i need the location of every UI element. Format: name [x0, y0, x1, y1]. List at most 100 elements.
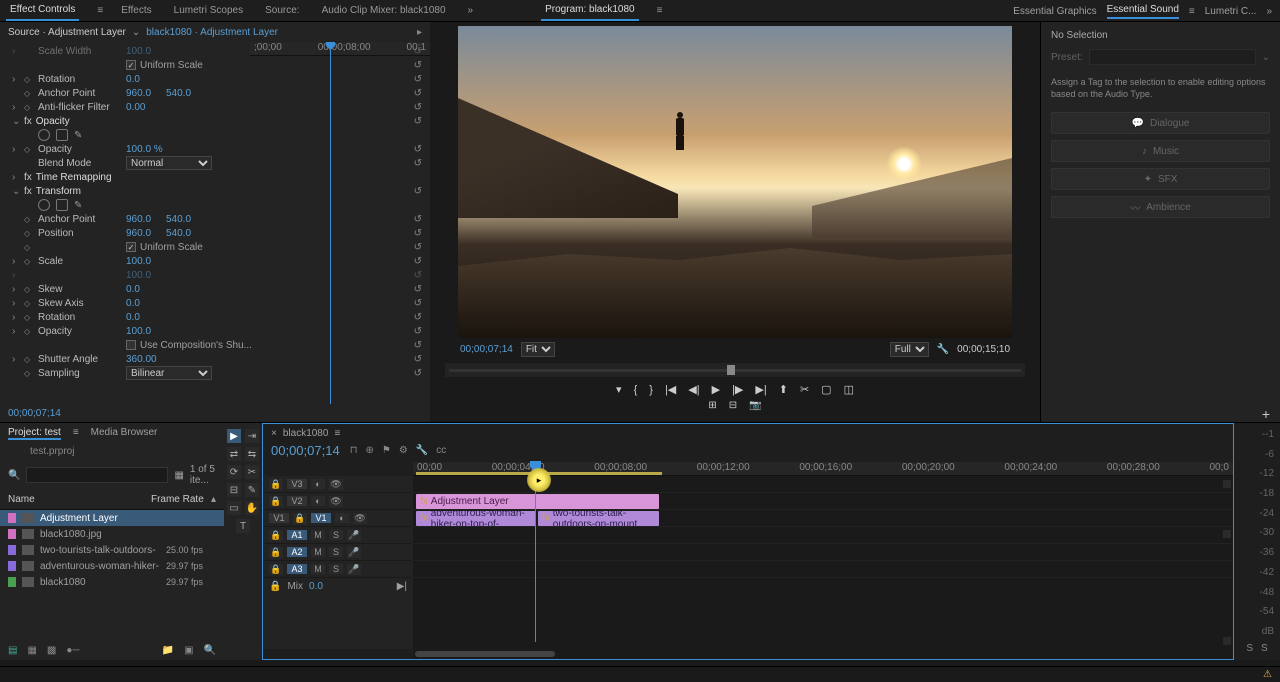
col-framerate[interactable]: Frame Rate [151, 494, 211, 505]
track-v1[interactable]: V1 [311, 513, 331, 523]
clip-video-1[interactable]: fxadventurous-woman-hiker-on-top-of- [416, 511, 536, 526]
reset-icon[interactable]: ↺ [414, 116, 422, 127]
tab-audio-mixer[interactable]: Audio Clip Mixer: black1080 [318, 1, 450, 20]
track-scroll-v3[interactable] [1223, 637, 1231, 645]
freeform-icon[interactable]: ▩ [47, 645, 56, 656]
zoom-slider[interactable]: ●─ [66, 645, 79, 656]
fx-transform[interactable]: Transform [36, 186, 120, 197]
meter-solo-l[interactable]: S [1246, 643, 1253, 654]
val-t-skewaxis[interactable]: 0.0 [126, 298, 162, 309]
checkbox-uniform-scale[interactable]: ✓ [126, 60, 136, 70]
track-v2[interactable]: V2 [287, 496, 307, 506]
program-scrubber[interactable] [445, 363, 1025, 377]
mark-in-icon[interactable]: ▾ [616, 383, 622, 396]
val-scale-width[interactable]: 100.0 [126, 46, 162, 57]
reset-icon[interactable]: ↺ [414, 340, 422, 351]
reset-icon[interactable]: ↺ [414, 60, 422, 71]
val-anchor-y[interactable]: 540.0 [166, 88, 202, 99]
sequence-name[interactable]: black1080 [283, 428, 329, 439]
mask-pen-icon[interactable]: ✎ [74, 200, 82, 211]
project-search-input[interactable] [26, 467, 168, 483]
track-lock[interactable]: 🔒 [293, 513, 307, 524]
program-tc-left[interactable]: 00;00;07;14 [460, 344, 513, 355]
col-name[interactable]: Name [8, 494, 151, 505]
zoom-select[interactable]: Fit [521, 342, 555, 357]
lift-icon[interactable]: ⬆ [779, 383, 788, 396]
comparison-icon[interactable]: ◫ [844, 383, 854, 396]
val-t-pos-x[interactable]: 960.0 [126, 228, 162, 239]
val-t-scale2[interactable]: 100.0 [126, 270, 162, 281]
marker-icon[interactable]: ⚑ [382, 445, 391, 456]
add-panel-icon[interactable]: + [1262, 406, 1270, 422]
track-lock[interactable]: 🔒 [269, 479, 283, 490]
timeline-ruler[interactable]: 00;0000;00;04;0000;00;08;0000;00;12;0000… [413, 462, 1233, 476]
snap-icon[interactable]: ⊓ [350, 445, 358, 456]
reset-icon[interactable]: ↺ [414, 368, 422, 379]
mini-playhead[interactable] [330, 42, 331, 404]
track-solo[interactable]: S [329, 530, 343, 540]
rate-tool-icon[interactable]: ⟳ [227, 465, 241, 479]
val-t-scale[interactable]: 100.0 [126, 256, 162, 267]
mask-ellipse-icon[interactable] [38, 199, 50, 211]
track-select-tool-icon[interactable]: ⇥ [245, 429, 259, 443]
ess-sound-menu-icon[interactable]: ≡ [1189, 6, 1195, 17]
reset-icon[interactable]: ↺ [414, 214, 422, 225]
mix-val[interactable]: 0.0 [309, 581, 323, 592]
fx-timeremap[interactable]: Time Remapping [36, 172, 120, 183]
val-t-anchor-y[interactable]: 540.0 [166, 214, 202, 225]
export-frame-icon[interactable]: ▢ [821, 383, 831, 396]
track-mic[interactable]: 🎤 [347, 564, 361, 575]
val-t-skew[interactable]: 0.0 [126, 284, 162, 295]
tab-essential-graphics[interactable]: Essential Graphics [1013, 6, 1096, 17]
mix-go-icon[interactable]: ▶| [397, 581, 407, 592]
track-lock[interactable]: 🔒 [269, 547, 283, 558]
extract-icon[interactable]: ✂ [800, 383, 809, 396]
program-canvas[interactable] [458, 26, 1012, 338]
timeline-hscroll[interactable] [413, 649, 1233, 659]
reset-icon[interactable]: ↺ [414, 270, 422, 281]
reset-icon[interactable]: ↺ [414, 256, 422, 267]
program-menu-icon[interactable]: ≡ [657, 5, 663, 16]
tab-lumetri-color[interactable]: Lumetri C... [1205, 6, 1257, 17]
reset-icon[interactable]: ↺ [414, 354, 422, 365]
pen-tool-icon[interactable]: ✎ [245, 483, 259, 497]
mask-rect-icon[interactable] [56, 199, 68, 211]
go-out-icon[interactable]: ▶| [755, 383, 766, 396]
mask-pen-icon[interactable]: ✎ [74, 130, 82, 141]
track-mute[interactable]: M [311, 547, 325, 557]
sampling-select[interactable]: Bilinear [126, 366, 212, 380]
tab-effect-controls[interactable]: Effect Controls [6, 0, 79, 21]
caption-icon[interactable]: cc [436, 445, 446, 456]
reset-icon[interactable]: ↺ [414, 102, 422, 113]
col-sort-icon[interactable]: ▴ [211, 494, 216, 505]
tab-menu-icon[interactable]: ≡ [97, 5, 103, 16]
chevron-down-icon[interactable]: ⌄ [132, 27, 140, 38]
checkbox-usecomp[interactable] [126, 340, 136, 350]
val-t-shutter[interactable]: 360.00 [126, 354, 162, 365]
track-mute[interactable]: M [311, 564, 325, 574]
search-icon[interactable]: 🔍 [8, 470, 20, 481]
val-opacity[interactable]: 100.0 % [126, 144, 163, 155]
warning-icon[interactable]: ⚠ [1263, 669, 1272, 680]
reset-icon[interactable]: ↺ [414, 312, 422, 323]
track-solo[interactable]: S [329, 564, 343, 574]
clip-adjustment[interactable]: fxAdjustment Layer [416, 494, 659, 509]
track-toggle[interactable]: ◐ [311, 496, 325, 506]
track-toggle[interactable]: ◐ [311, 479, 325, 489]
meter-solo-r[interactable]: S [1261, 643, 1268, 654]
track-lock[interactable]: 🔒 [269, 496, 283, 507]
go-in-icon[interactable]: |◀ [665, 383, 676, 396]
mark-out-icon[interactable]: { [634, 384, 638, 396]
bin-icon[interactable]: ▦ [174, 470, 183, 481]
slip-tool-icon[interactable]: ⊟ [227, 483, 241, 497]
reset-icon[interactable]: ↺ [414, 46, 422, 57]
val-anchor-x[interactable]: 960.0 [126, 88, 162, 99]
reset-icon[interactable]: ↺ [414, 298, 422, 309]
ripple-tool-icon[interactable]: ⇄ [227, 447, 241, 461]
track-toggle[interactable]: ◐ [335, 513, 349, 523]
overflow-icon[interactable]: » [468, 5, 474, 16]
track-lock[interactable]: 🔒 [269, 564, 283, 575]
track-mic[interactable]: 🎤 [347, 547, 361, 558]
source-dropdown[interactable]: Source · Adjustment Layer [8, 27, 126, 38]
reset-icon[interactable]: ↺ [414, 144, 422, 155]
